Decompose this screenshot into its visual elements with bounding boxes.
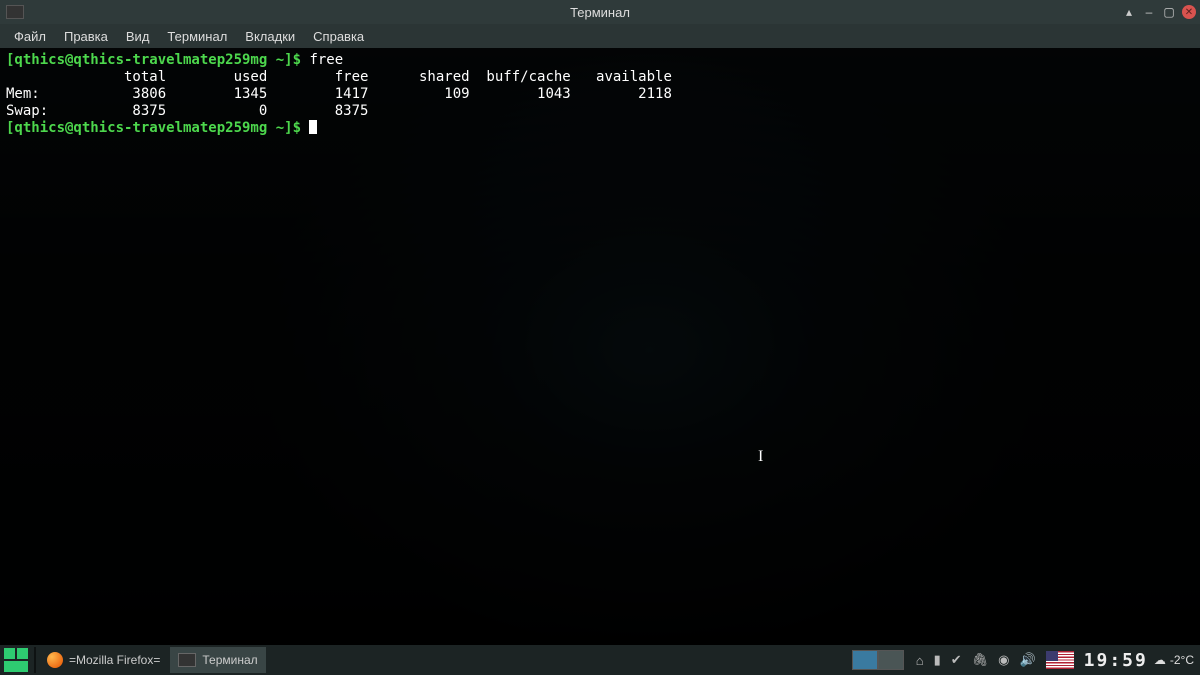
prompt-1: [qthics@qthics-travelmatep259mg ~]$ <box>6 52 309 68</box>
free-header: total used free shared buff/cache availa… <box>6 69 672 85</box>
terminal-icon <box>6 5 24 19</box>
shield-icon[interactable]: ✔ <box>951 652 962 668</box>
titlebar[interactable]: Терминал ▴ – ▢ ✕ <box>0 0 1200 24</box>
bluetooth-icon[interactable]: ⌂ <box>916 653 924 668</box>
menu-help[interactable]: Справка <box>305 27 372 46</box>
terminal-body[interactable]: [qthics@qthics-travelmatep259mg ~]$ free… <box>0 48 1200 645</box>
volume-icon[interactable]: 🔊 <box>1019 652 1035 668</box>
window-title: Терминал <box>570 5 630 20</box>
separator <box>34 647 36 673</box>
task-firefox[interactable]: =Mozilla Firefox= <box>39 647 168 673</box>
weather-icon: ☁ <box>1154 653 1166 667</box>
menu-terminal[interactable]: Терминал <box>159 27 235 46</box>
temperature: -2°C <box>1170 653 1194 667</box>
window-controls: ▴ – ▢ ✕ <box>1122 5 1196 19</box>
clip-icon[interactable]: 🖇 <box>972 652 989 668</box>
task-terminal-label: Терминал <box>202 653 257 667</box>
clock[interactable]: 19:59 <box>1084 650 1148 671</box>
workspace-2[interactable] <box>878 650 904 670</box>
menu-file[interactable]: Файл <box>6 27 54 46</box>
minimize-button[interactable]: – <box>1142 5 1156 19</box>
prompt-2: [qthics@qthics-travelmatep259mg ~]$ <box>6 120 309 136</box>
battery-icon[interactable]: ▮ <box>934 652 941 668</box>
menu-tabs[interactable]: Вкладки <box>237 27 303 46</box>
terminal-task-icon <box>178 653 196 667</box>
wifi-icon[interactable]: ◉ <box>998 652 1009 668</box>
menubar: Файл Правка Вид Терминал Вкладки Справка <box>0 24 1200 48</box>
keyboard-layout-us-icon[interactable] <box>1046 651 1074 669</box>
menu-edit[interactable]: Правка <box>56 27 116 46</box>
workspace-pager <box>852 650 904 670</box>
taskbar: =Mozilla Firefox= Терминал ⌂ ▮ ✔ 🖇 ◉ 🔊 1… <box>0 645 1200 675</box>
menu-view[interactable]: Вид <box>118 27 158 46</box>
rollup-button[interactable]: ▴ <box>1122 5 1136 19</box>
free-mem-row: Mem: 3806 1345 1417 109 1043 2118 <box>6 86 672 102</box>
start-menu-button[interactable] <box>4 648 28 672</box>
desktop: Терминал ▴ – ▢ ✕ Файл Правка Вид Термина… <box>0 0 1200 675</box>
weather-widget[interactable]: ☁ -2°C <box>1154 653 1194 667</box>
system-tray: ⌂ ▮ ✔ 🖇 ◉ 🔊 <box>910 652 1042 668</box>
command-text: free <box>309 52 343 68</box>
task-firefox-label: =Mozilla Firefox= <box>69 653 160 667</box>
cursor <box>309 120 317 134</box>
terminal-window: Терминал ▴ – ▢ ✕ Файл Правка Вид Термина… <box>0 0 1200 645</box>
maximize-button[interactable]: ▢ <box>1162 5 1176 19</box>
close-button[interactable]: ✕ <box>1182 5 1196 19</box>
free-swap-row: Swap: 8375 0 8375 <box>6 103 368 119</box>
task-terminal[interactable]: Терминал <box>170 647 265 673</box>
workspace-1[interactable] <box>852 650 878 670</box>
text-cursor-ibeam: I <box>758 448 763 466</box>
firefox-icon <box>47 652 63 668</box>
